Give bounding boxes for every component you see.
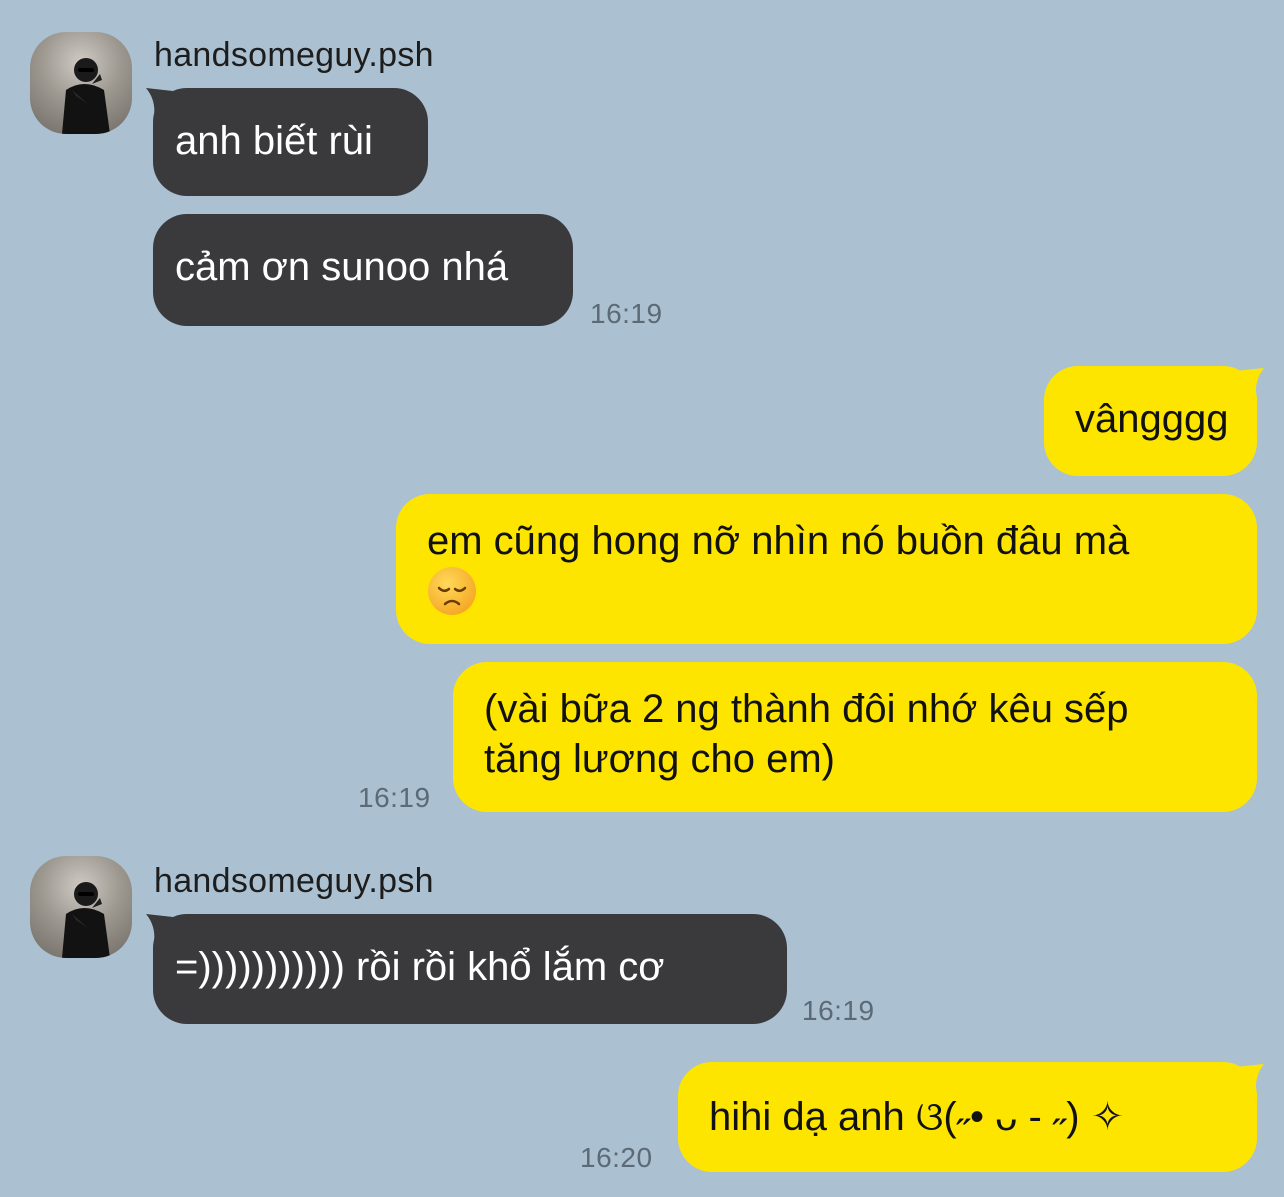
outgoing-message-bubble[interactable]: (vài bữa 2 ng thành đôi nhớ kêu sếp tăng…	[453, 662, 1257, 812]
outgoing-message-bubble[interactable]: hihi dạ anh ଓ(˶• ᴗ - ˶) ✧	[678, 1062, 1257, 1172]
sender-avatar[interactable]	[30, 856, 132, 958]
incoming-message-bubble[interactable]: =))))))))))) rồi rồi khổ lắm cơ	[153, 914, 787, 1024]
chat-area[interactable]: handsomeguy.psh anh biết rùi cảm ơn suno…	[0, 0, 1284, 1197]
message-text: hihi dạ anh ଓ(˶• ᴗ - ˶) ✧	[709, 1095, 1125, 1139]
outgoing-message-bubble[interactable]: em cũng hong nỡ nhìn nó buồn đâu mà	[396, 494, 1257, 644]
message-text-line: tăng lương cho em)	[484, 737, 835, 781]
message-text: cảm ơn sunoo nhá	[175, 245, 509, 289]
incoming-message-bubble[interactable]: anh biết rùi	[153, 88, 428, 196]
outgoing-message-bubble[interactable]: vângggg	[1044, 366, 1257, 476]
disappointed-face-emoji	[428, 567, 476, 615]
person-photo-icon	[62, 882, 110, 958]
message-text: anh biết rùi	[175, 119, 373, 163]
message-timestamp: 16:19	[358, 782, 431, 813]
message-timestamp: 16:20	[580, 1142, 653, 1173]
sender-name: handsomeguy.psh	[154, 862, 434, 900]
message-text-line: (vài bữa 2 ng thành đôi nhớ kêu sếp	[484, 687, 1129, 731]
incoming-message-bubble[interactable]: cảm ơn sunoo nhá	[153, 214, 573, 326]
sender-avatar[interactable]	[30, 32, 132, 134]
message-text: vângggg	[1075, 397, 1229, 441]
sender-name: handsomeguy.psh	[154, 36, 434, 74]
message-timestamp: 16:19	[802, 995, 875, 1026]
message-text: em cũng hong nỡ nhìn nó buồn đâu mà	[427, 519, 1130, 563]
message-text: =))))))))))) rồi rồi khổ lắm cơ	[175, 945, 665, 989]
message-timestamp: 16:19	[590, 298, 663, 329]
person-photo-icon	[62, 58, 110, 134]
